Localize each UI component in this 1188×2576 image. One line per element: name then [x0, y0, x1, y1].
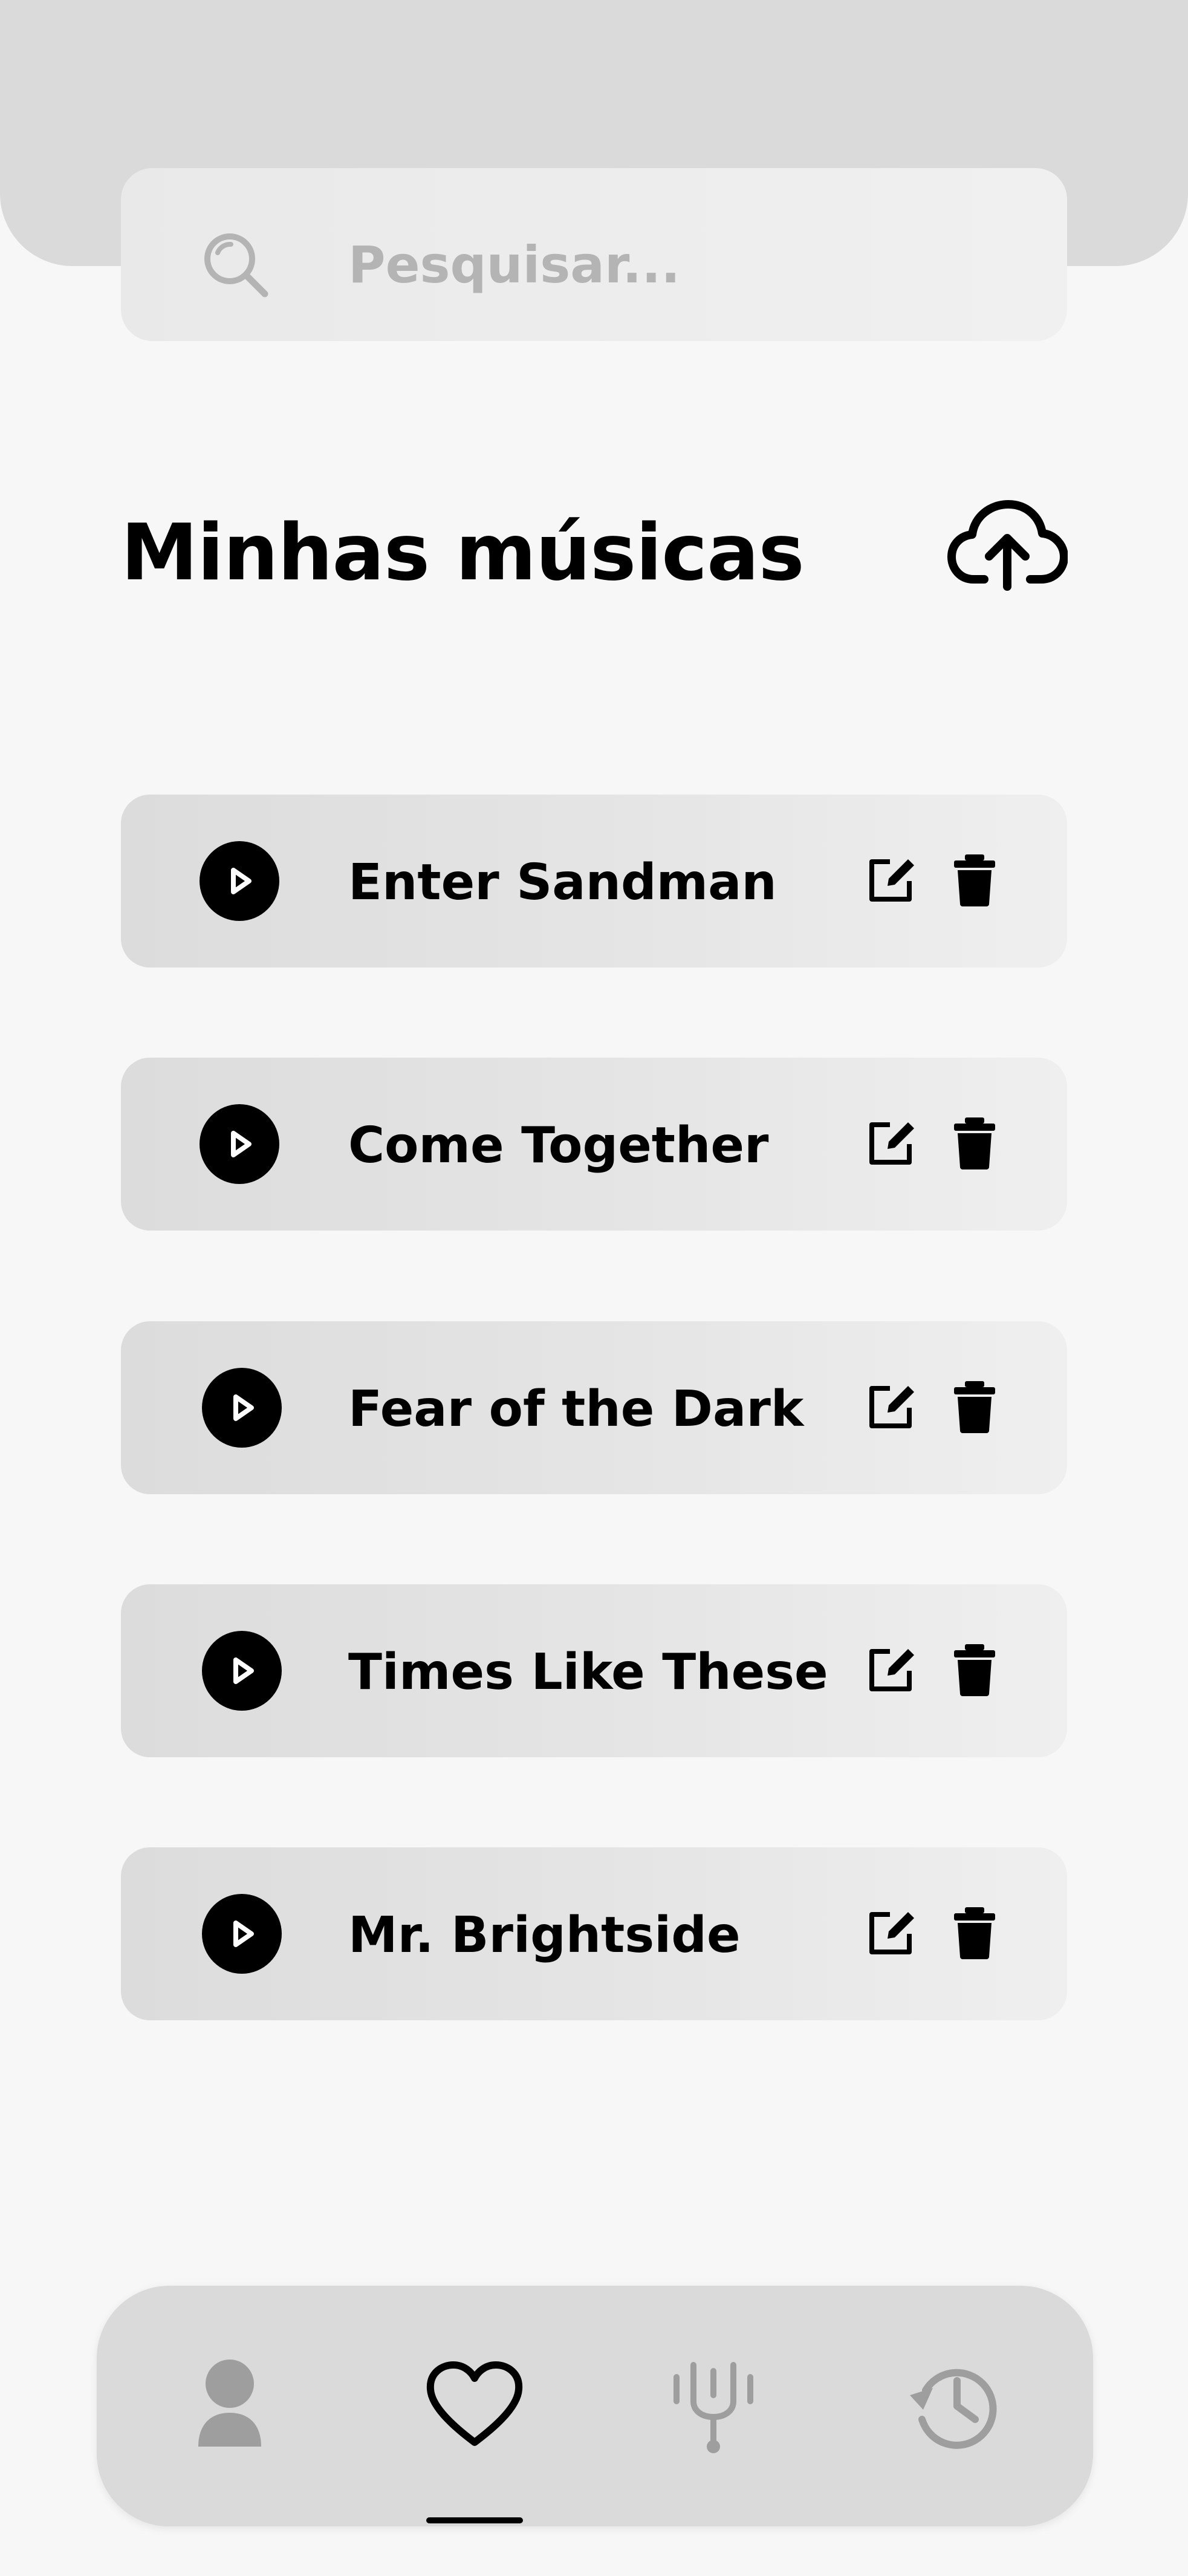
trash-icon: [954, 1117, 995, 1169]
user-icon: [198, 2360, 261, 2447]
play-icon: [231, 1131, 252, 1157]
play-icon: [233, 1657, 254, 1684]
song-list-item[interactable]: Fear of the Dark: [121, 1321, 1067, 1494]
play-button[interactable]: [202, 1894, 282, 1974]
play-icon: [231, 868, 252, 894]
heart-icon: [426, 2361, 523, 2446]
delete-song-button[interactable]: [947, 1642, 1002, 1697]
song-title: Mr. Brightside: [348, 1907, 741, 1964]
song-title: Times Like These: [348, 1644, 828, 1701]
edit-icon: [869, 1122, 914, 1165]
edit-song-button[interactable]: [863, 1905, 919, 1960]
song-title: Enter Sandman: [348, 854, 777, 911]
delete-song-button[interactable]: [947, 1379, 1002, 1434]
edit-icon: [869, 1912, 914, 1954]
play-button[interactable]: [202, 1631, 282, 1711]
cloud-upload-icon: [947, 500, 1068, 591]
edit-icon: [869, 859, 914, 902]
nav-profile-button[interactable]: [169, 2344, 290, 2465]
play-icon: [233, 1394, 254, 1421]
delete-song-button[interactable]: [947, 1905, 1002, 1960]
edit-icon: [869, 1649, 914, 1691]
nav-tuner-button[interactable]: [653, 2344, 774, 2465]
edit-song-button[interactable]: [863, 1642, 919, 1697]
tuning-fork-icon: [674, 2362, 753, 2453]
search-icon: [204, 233, 268, 298]
nav-favorites-button[interactable]: [414, 2344, 535, 2465]
play-button[interactable]: [200, 841, 279, 921]
trash-icon: [954, 854, 995, 906]
song-title: Fear of the Dark: [348, 1381, 804, 1438]
trash-icon: [954, 1381, 995, 1433]
trash-icon: [954, 1907, 995, 1959]
edit-song-button[interactable]: [863, 1379, 919, 1434]
history-icon: [910, 2369, 997, 2449]
page-title: Minhas músicas: [121, 508, 805, 598]
song-title: Come Together: [348, 1117, 769, 1174]
song-list-item[interactable]: Enter Sandman: [121, 795, 1067, 968]
upload-button[interactable]: [947, 496, 1068, 593]
edit-song-button[interactable]: [863, 852, 919, 908]
active-tab-indicator: [426, 2517, 523, 2523]
play-icon: [233, 1921, 254, 1947]
song-list-item[interactable]: Come Together: [121, 1058, 1067, 1231]
delete-song-button[interactable]: [947, 852, 1002, 908]
delete-song-button[interactable]: [947, 1115, 1002, 1171]
edit-icon: [869, 1386, 914, 1428]
song-list-item[interactable]: Times Like These: [121, 1584, 1067, 1757]
edit-song-button[interactable]: [863, 1115, 919, 1171]
play-button[interactable]: [200, 1104, 279, 1184]
search-input[interactable]: [348, 225, 1013, 305]
trash-icon: [954, 1644, 995, 1696]
play-button[interactable]: [202, 1368, 282, 1448]
nav-history-button[interactable]: [896, 2344, 1017, 2465]
song-list-item[interactable]: Mr. Brightside: [121, 1847, 1067, 2020]
bottom-navigation: [97, 2286, 1093, 2526]
